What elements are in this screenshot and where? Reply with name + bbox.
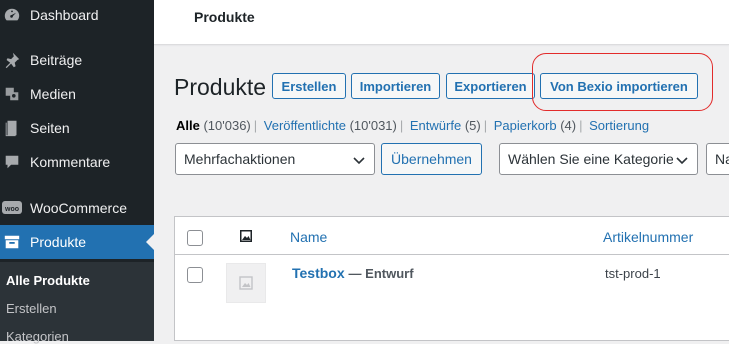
import-button[interactable]: Importieren (351, 73, 440, 99)
create-button[interactable]: Erstellen (272, 73, 346, 99)
category-select-value: Wählen Sie eine Kategorie (508, 151, 673, 167)
submenu-all-products[interactable]: Alle Produkte (6, 273, 90, 288)
product-thumbnail[interactable] (226, 263, 266, 303)
column-header-sku[interactable]: Artikelnummer (603, 229, 693, 245)
sidebar-item-label: Dashboard (30, 7, 99, 23)
archive-icon (2, 232, 22, 252)
column-header-name[interactable]: Name (290, 229, 327, 245)
filter-trash-count: (4) (560, 118, 577, 133)
sidebar-item-label: Medien (30, 86, 76, 102)
sidebar-item-label: Kommentare (30, 154, 111, 170)
product-type-select[interactable]: Na (706, 143, 729, 175)
chevron-down-icon (352, 153, 366, 170)
product-name-link[interactable]: Testbox (292, 265, 345, 281)
sidebar-submenu: Alle Produkte Erstellen Kategorien (0, 262, 154, 344)
filter-all-count: (10'036) (203, 118, 251, 133)
product-title-cell: Testbox — Entwurf (292, 265, 414, 281)
filter-published-count: (10'031) (349, 118, 397, 133)
sidebar-item-label: Seiten (30, 120, 70, 136)
bulk-actions-select[interactable]: Mehrfachaktionen (175, 143, 375, 175)
category-select[interactable]: Wählen Sie eine Kategorie (499, 143, 698, 175)
submenu-create[interactable]: Erstellen (6, 301, 57, 316)
sidebar-item-kommentare[interactable]: Kommentare (0, 145, 154, 179)
sidebar-item-label: Beiträge (30, 52, 83, 68)
filter-published[interactable]: Veröffentlichte (264, 118, 346, 133)
filter-sorting[interactable]: Sortierung (589, 118, 649, 133)
media-icon (2, 84, 22, 104)
page-header-bar: Produkte (154, 0, 729, 45)
select-all-checkbox[interactable] (187, 230, 203, 246)
pin-icon (2, 50, 22, 70)
dashboard-icon (2, 5, 22, 25)
sidebar-item-label: WooCommerce (30, 200, 127, 216)
sidebar-item-woocommerce[interactable]: woo WooCommerce (0, 191, 154, 225)
woo-icon: woo (2, 198, 22, 218)
sidebar-item-label: Produkte (30, 234, 87, 250)
product-type-value: Na (715, 151, 729, 167)
bulk-actions-value: Mehrfachaktionen (184, 151, 296, 167)
image-placeholder-icon (239, 276, 253, 290)
sidebar-item-beitraege[interactable]: Beiträge (0, 43, 154, 77)
filter-drafts-count: (5) (464, 118, 481, 133)
product-status: — Entwurf (348, 266, 414, 281)
svg-text:woo: woo (4, 206, 19, 213)
table-header: Name Artikelnummer (175, 217, 729, 255)
sidebar-item-produkte[interactable]: Produkte (0, 225, 154, 259)
filter-all[interactable]: Alle (176, 118, 200, 133)
export-button[interactable]: Exportieren (446, 73, 535, 99)
filter-trash[interactable]: Papierkorb (494, 118, 557, 133)
image-column-icon (239, 229, 253, 248)
sidebar-item-seiten[interactable]: Seiten (0, 111, 154, 145)
products-table: Name Artikelnummer Testbox — Entwurf tst… (174, 216, 729, 341)
apply-button[interactable]: Übernehmen (381, 143, 482, 175)
chevron-down-icon (675, 153, 689, 170)
admin-sidebar: Dashboard Beiträge Medien Seiten Komment… (0, 0, 154, 344)
page-icon (2, 118, 22, 138)
annotation-highlight-circle (532, 53, 713, 111)
comment-icon (2, 152, 22, 172)
status-filters: Alle (10'036) | Veröffentlichte (10'031) |… (176, 118, 650, 133)
sidebar-item-dashboard[interactable]: Dashboard (0, 0, 154, 32)
row-checkbox[interactable] (187, 267, 203, 283)
page-title: Produkte (174, 74, 267, 100)
submenu-categories[interactable]: Kategorien (6, 329, 69, 344)
header-title: Produkte (194, 9, 255, 25)
product-sku: tst-prod-1 (605, 266, 661, 281)
filter-drafts[interactable]: Entwürfe (410, 118, 461, 133)
sidebar-item-medien[interactable]: Medien (0, 77, 154, 111)
